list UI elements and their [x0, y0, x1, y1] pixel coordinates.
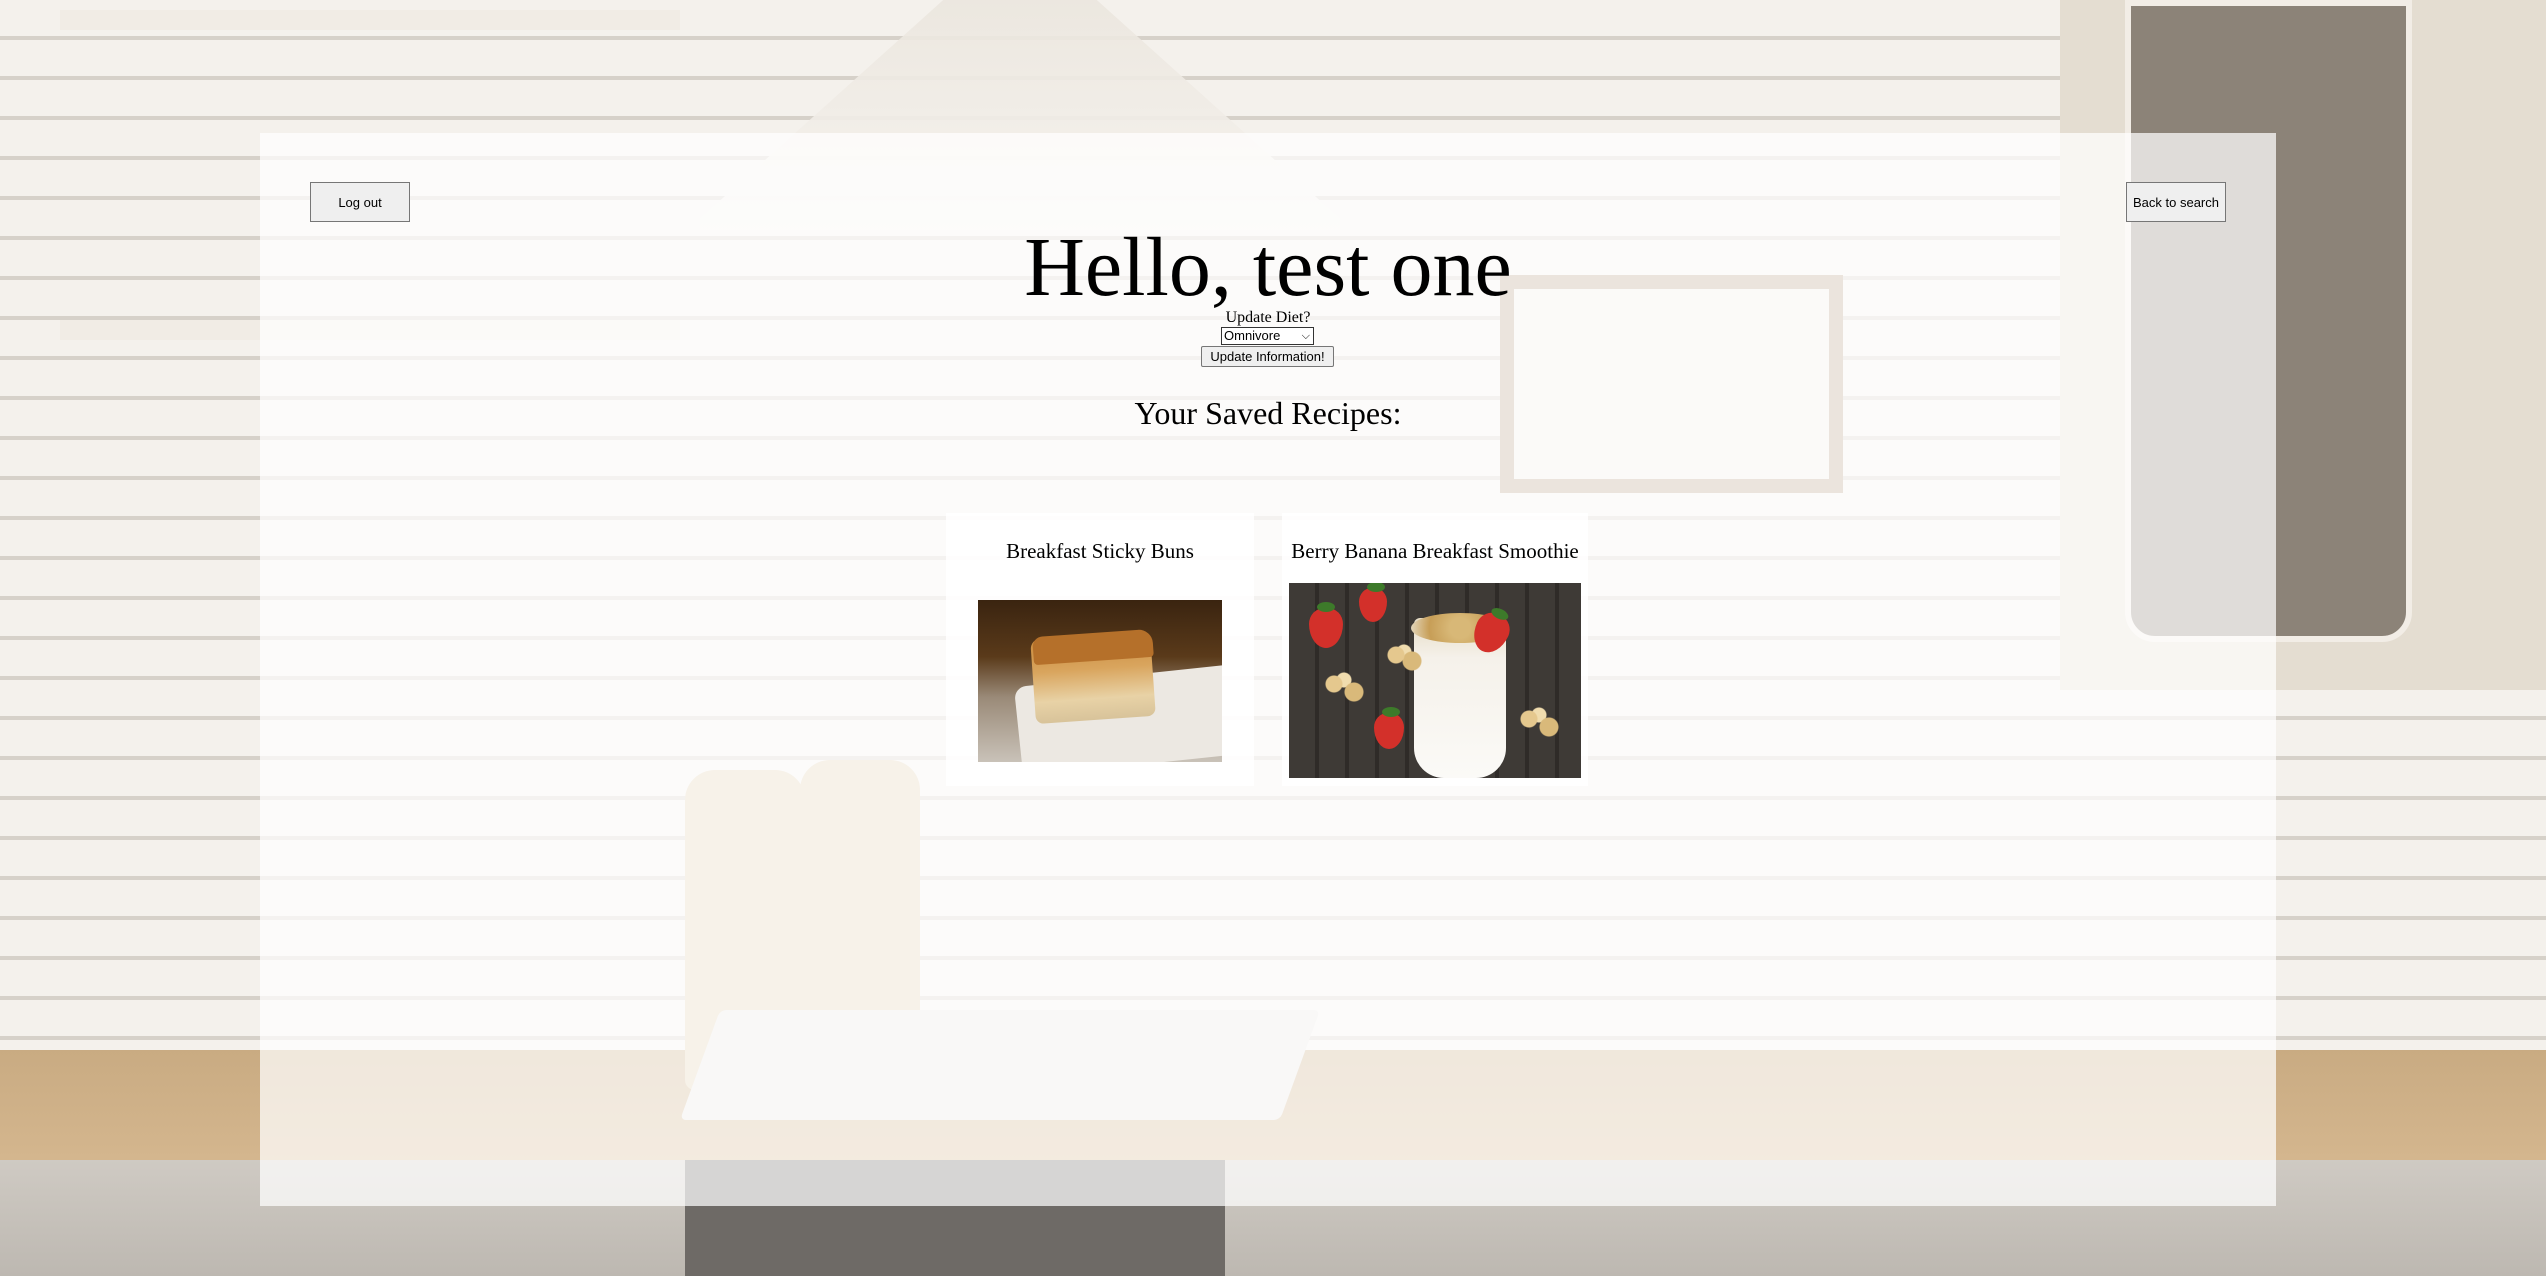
- recipe-card[interactable]: Berry Banana Breakfast Smoothie: [1282, 513, 1588, 786]
- strawberry: [1374, 707, 1404, 749]
- chevron-down-icon: ⌵: [1301, 330, 1310, 342]
- background-shelf: [60, 10, 680, 30]
- strawberry: [1309, 602, 1343, 648]
- update-information-button[interactable]: Update Information!: [1201, 346, 1334, 367]
- profile-panel: Log out Back to search Hello, test one U…: [260, 133, 2276, 1206]
- recipe-image[interactable]: [1289, 583, 1581, 778]
- granola: [1514, 703, 1564, 743]
- logout-button[interactable]: Log out: [310, 182, 410, 222]
- diet-select[interactable]: Omnivore ⌵: [1221, 327, 1314, 345]
- recipe-image[interactable]: [978, 600, 1222, 762]
- diet-select-value: Omnivore: [1224, 328, 1281, 343]
- update-diet-label: Update Diet?: [1225, 309, 1311, 326]
- sticky-bun-photo: [978, 600, 1222, 762]
- saved-recipes-heading: Your Saved Recipes:: [1134, 395, 1402, 431]
- smoothie-photo: [1289, 583, 1581, 778]
- recipe-title[interactable]: Berry Banana Breakfast Smoothie: [1282, 538, 1588, 564]
- strawberry: [1359, 583, 1387, 622]
- granola: [1384, 643, 1424, 673]
- back-to-search-button[interactable]: Back to search: [2126, 182, 2226, 222]
- recipe-title[interactable]: Breakfast Sticky Buns: [946, 538, 1254, 564]
- greeting-heading: Hello, test one: [1024, 221, 1512, 314]
- recipe-card[interactable]: Breakfast Sticky Buns: [946, 513, 1254, 786]
- granola: [1319, 668, 1369, 708]
